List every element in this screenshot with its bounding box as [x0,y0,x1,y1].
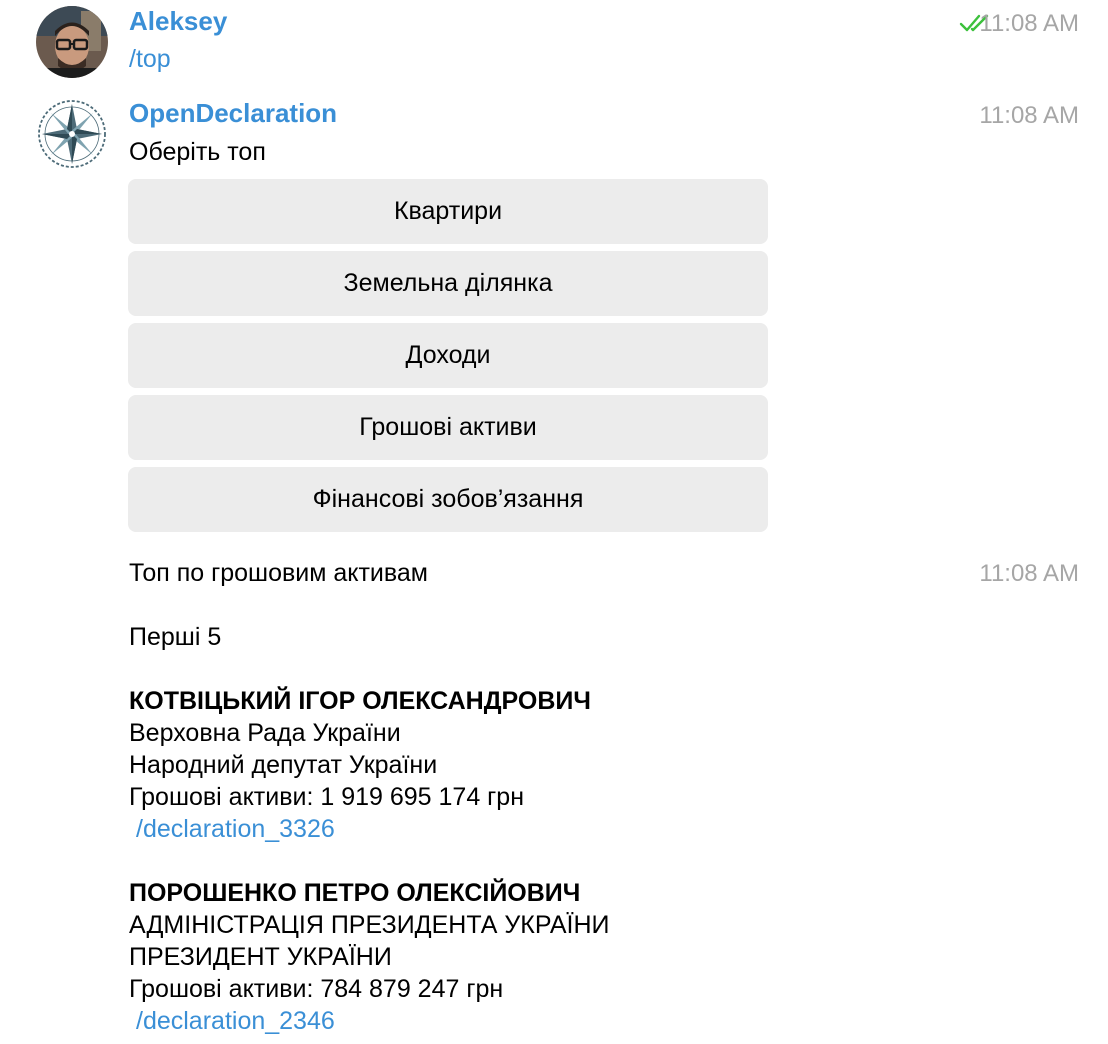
organization: Верховна Рада України [129,719,401,747]
declaration-link[interactable]: /declaration_2346 [129,1005,609,1037]
monetary-assets: Грошові активи: 1 919 695 174 грн [129,783,525,811]
result-subheading: Перші 5 [129,623,222,651]
declaration-entry: ПОРОШЕНКО ПЕТРО ОЛЕКСІЙОВИЧ АДМІНІСТРАЦІ… [129,877,609,1037]
organization: АДМІНІСТРАЦІЯ ПРЕЗИДЕНТА УКРАЇНИ [129,911,610,939]
person-name: ПОРОШЕНКО ПЕТРО ОЛЕКСІЙОВИЧ [129,879,581,907]
position: ПРЕЗИДЕНТ УКРАЇНИ [129,943,392,971]
result-heading: Топ по грошовим активам [129,559,428,587]
monetary-assets: Грошові активи: 784 879 247 грн [129,975,504,1003]
person-name: КОТВІЦЬКИЙ ІГОР ОЛЕКСАНДРОВИЧ [129,687,591,715]
message-time: 11:08 AM [979,560,1079,587]
message-bot-result: 11:08 AM Топ по грошовим активам Перші 5… [0,0,1108,1044]
declaration-link[interactable]: /declaration_3326 [129,813,591,845]
declaration-entry: КОТВІЦЬКИЙ ІГОР ОЛЕКСАНДРОВИЧ Верховна Р… [129,685,591,845]
position: Народний депутат України [129,751,438,779]
